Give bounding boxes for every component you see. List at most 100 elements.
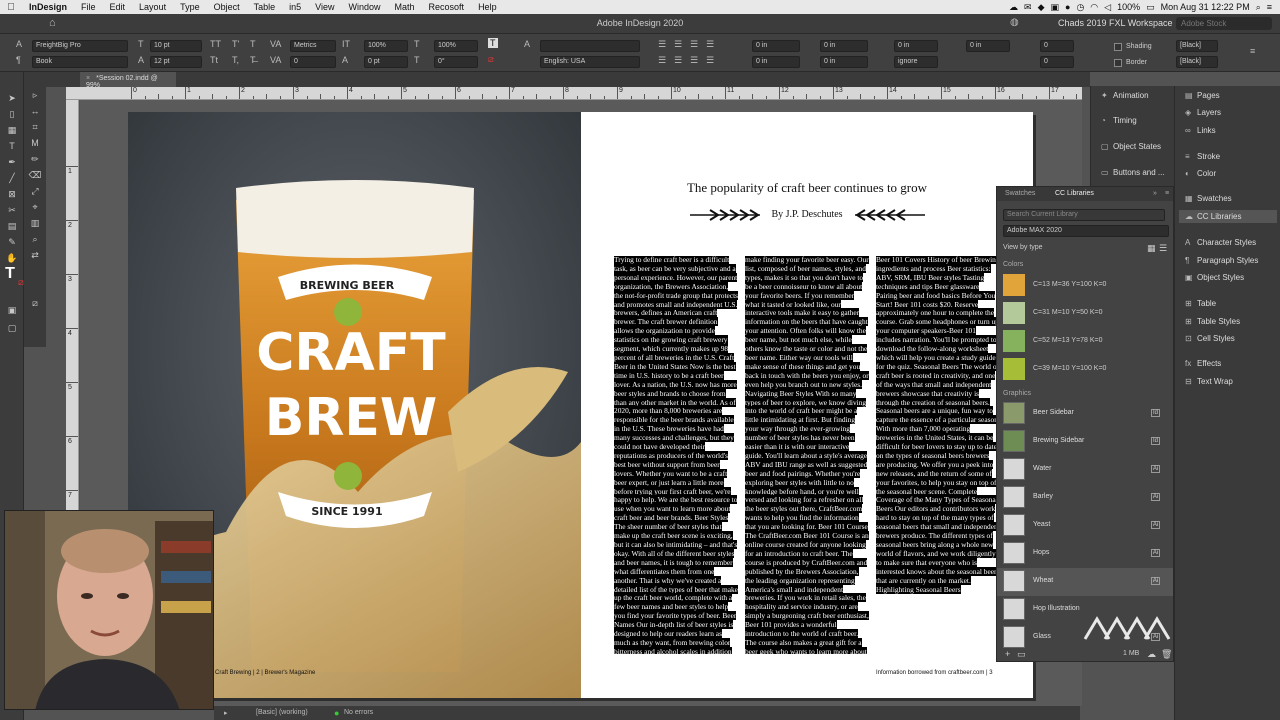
lightbulb-icon[interactable]: ◍ xyxy=(1010,17,1019,28)
space-after-field[interactable]: 0 in xyxy=(966,40,1010,52)
underline-icon[interactable]: T xyxy=(250,39,256,49)
mail-icon[interactable]: ✉ xyxy=(1024,2,1032,13)
page-tool-icon[interactable]: ▯ xyxy=(5,108,19,120)
content-collector-icon[interactable]: ▦ xyxy=(5,124,19,136)
drop-cap-chars-field[interactable]: 0 xyxy=(1040,56,1074,68)
gap-tool-icon[interactable]: ↔ xyxy=(28,105,42,117)
graphic-thumb-water[interactable] xyxy=(1003,458,1025,480)
article-title[interactable]: The popularity of craft beer continues t… xyxy=(581,180,1033,196)
panel-effects[interactable]: fx Effects xyxy=(1185,359,1221,368)
panel-timing[interactable]: ◔ Timing xyxy=(1101,116,1137,125)
graphic-thumb-hops[interactable] xyxy=(1003,542,1025,564)
color-swatch-3[interactable] xyxy=(1003,330,1025,352)
font-style-field[interactable]: Book xyxy=(32,56,128,68)
stock-search-input[interactable]: Adobe Stock xyxy=(1176,17,1272,30)
last-line-indent-field[interactable]: 0 in xyxy=(820,56,868,68)
menu-app[interactable]: InDesign xyxy=(22,2,74,12)
language-field[interactable]: English: USA xyxy=(540,56,640,68)
panel-pages[interactable]: ▤ Pages xyxy=(1185,91,1220,100)
hyphenation-field[interactable]: ignore xyxy=(894,56,938,68)
hand-tool-icon[interactable]: ✋ xyxy=(5,252,19,264)
font-family-field[interactable]: FreightBig Pro xyxy=(32,40,128,52)
menu-table[interactable]: Table xyxy=(247,2,283,12)
box-icon[interactable]: ▣ xyxy=(1050,2,1059,13)
eraser-tool-icon[interactable]: ⌫ xyxy=(28,169,42,181)
folder-icon[interactable]: ▭ xyxy=(1017,649,1026,660)
horizontal-ruler[interactable]: 0 1 2 3 4 5 6 7 8 9 10 11 12 13 14 15 16 17 xyxy=(66,87,1082,100)
notification-icon[interactable]: ≡ xyxy=(1267,2,1272,12)
graphic-label-yeast[interactable]: Yeast xyxy=(1033,521,1050,528)
panel-stroke[interactable]: ≡ Stroke xyxy=(1185,152,1220,161)
baseline-shift-field[interactable]: 0 pt xyxy=(364,56,408,68)
menu-help[interactable]: Help xyxy=(471,2,504,12)
panel-object-styles[interactable]: ▣ Object Styles xyxy=(1185,273,1244,282)
normal-view-icon[interactable]: ▣ xyxy=(5,304,19,316)
close-tab-icon[interactable]: × xyxy=(86,75,90,82)
scissors-tool-icon[interactable]: ✂ xyxy=(5,204,19,216)
text-stroke-icon[interactable]: ⧄ xyxy=(488,54,494,65)
menu-object[interactable]: Object xyxy=(207,2,247,12)
dropbox-icon[interactable]: ◆ xyxy=(1038,2,1045,13)
graphic-label-hop-illustration[interactable]: Hop Illustration xyxy=(1033,605,1080,612)
pencil-tool-icon[interactable]: ✏ xyxy=(28,153,42,165)
article-column-2[interactable]: make finding your favorite beer easy. Ou… xyxy=(745,256,869,654)
grid-view-icon[interactable]: ▦ xyxy=(1147,243,1156,254)
record-icon[interactable]: ● xyxy=(1065,2,1070,12)
article-column-1[interactable]: Trying to define craft beer is a difficu… xyxy=(614,256,738,654)
color-swatch-1[interactable] xyxy=(1003,274,1025,296)
justify-last-left-icon[interactable]: ☰ xyxy=(658,55,666,66)
panel-buttons[interactable]: ▭ Buttons and ... xyxy=(1101,168,1165,177)
screen-mode-icon[interactable]: ▢ xyxy=(5,322,19,334)
type-path-tool-icon[interactable]: M xyxy=(28,137,42,149)
style-status[interactable]: [Basic] (working) xyxy=(256,709,308,716)
menu-layout[interactable]: Layout xyxy=(132,2,173,12)
character-mode-icon[interactable]: A xyxy=(16,39,22,49)
first-line-indent-field[interactable]: 0 in xyxy=(752,56,800,68)
drop-cap-lines-field[interactable]: 0 xyxy=(1040,40,1074,52)
tab-cc-libraries[interactable]: CC Libraries xyxy=(1055,190,1094,197)
zoom-tool-icon[interactable]: ⌕ xyxy=(28,233,42,245)
menu-window[interactable]: Window xyxy=(342,2,388,12)
space-before-field[interactable]: 0 in xyxy=(894,40,938,52)
battery-icon[interactable]: ▭ xyxy=(1146,2,1155,13)
graphic-label-brewing-sidebar[interactable]: Brewing Sidebar xyxy=(1033,437,1084,444)
rectangle-frame-tool-icon[interactable]: ⊠ xyxy=(5,188,19,200)
align-center-icon[interactable]: ☰ xyxy=(674,39,682,50)
justify-last-center-icon[interactable]: ☰ xyxy=(674,55,682,66)
creative-cloud-icon[interactable]: ☁ xyxy=(1009,2,1018,13)
align-left-icon[interactable]: ☰ xyxy=(658,39,666,50)
all-caps-icon[interactable]: TT xyxy=(210,39,221,49)
panel-color[interactable]: ◐ Color xyxy=(1185,169,1216,178)
spotlight-icon[interactable]: ⌕ xyxy=(1256,2,1261,13)
menu-file[interactable]: File xyxy=(74,2,103,12)
preflight-status[interactable]: No errors xyxy=(344,709,373,716)
cc-panel-menu-icon[interactable]: ≡ xyxy=(1165,190,1169,197)
menu-clock[interactable]: Mon Aug 31 12:22 PM xyxy=(1161,2,1250,12)
direct-selection-tool-icon[interactable]: ▹ xyxy=(28,89,42,101)
article-column-3[interactable]: Beer 101 Covers History of beer Brewing … xyxy=(876,256,1000,654)
graphic-label-wheat[interactable]: Wheat xyxy=(1033,577,1053,584)
menu-view[interactable]: View xyxy=(308,2,341,12)
type-tool-icon[interactable]: T xyxy=(5,140,19,152)
colors-section-header[interactable]: Colors xyxy=(1003,261,1023,268)
menu-in5[interactable]: in5 xyxy=(282,2,308,12)
tab-swatches[interactable]: Swatches xyxy=(1005,190,1035,197)
border-swatch-field[interactable]: [Black] xyxy=(1176,56,1218,68)
shading-checkbox[interactable] xyxy=(1114,43,1122,51)
graphic-thumb-hop-illustration[interactable] xyxy=(1003,598,1025,620)
graphic-label-glass[interactable]: Glass xyxy=(1033,633,1051,640)
panel-cell-styles[interactable]: ⊡ Cell Styles xyxy=(1185,334,1235,343)
align-spine-icon[interactable]: ☰ xyxy=(706,55,714,66)
pen-tool-icon[interactable]: ✒ xyxy=(5,156,19,168)
panel-object-states[interactable]: ▢ Object States xyxy=(1101,142,1161,151)
graphics-section-header[interactable]: Graphics xyxy=(1003,390,1031,397)
horizontal-scale-field[interactable]: 100% xyxy=(434,40,478,52)
graphic-thumb-glass[interactable] xyxy=(1003,626,1025,648)
swap-fill-icon[interactable]: ⇄ xyxy=(28,249,42,261)
list-view-icon[interactable]: ☰ xyxy=(1159,243,1167,254)
eyedropper-tool-icon[interactable]: ⌖ xyxy=(28,201,42,213)
border-checkbox[interactable] xyxy=(1114,59,1122,67)
note-tool-icon[interactable]: ✎ xyxy=(5,236,19,248)
panel-animation[interactable]: ✦ Animation xyxy=(1101,91,1149,100)
graphic-thumb-wheat[interactable] xyxy=(1003,570,1025,592)
